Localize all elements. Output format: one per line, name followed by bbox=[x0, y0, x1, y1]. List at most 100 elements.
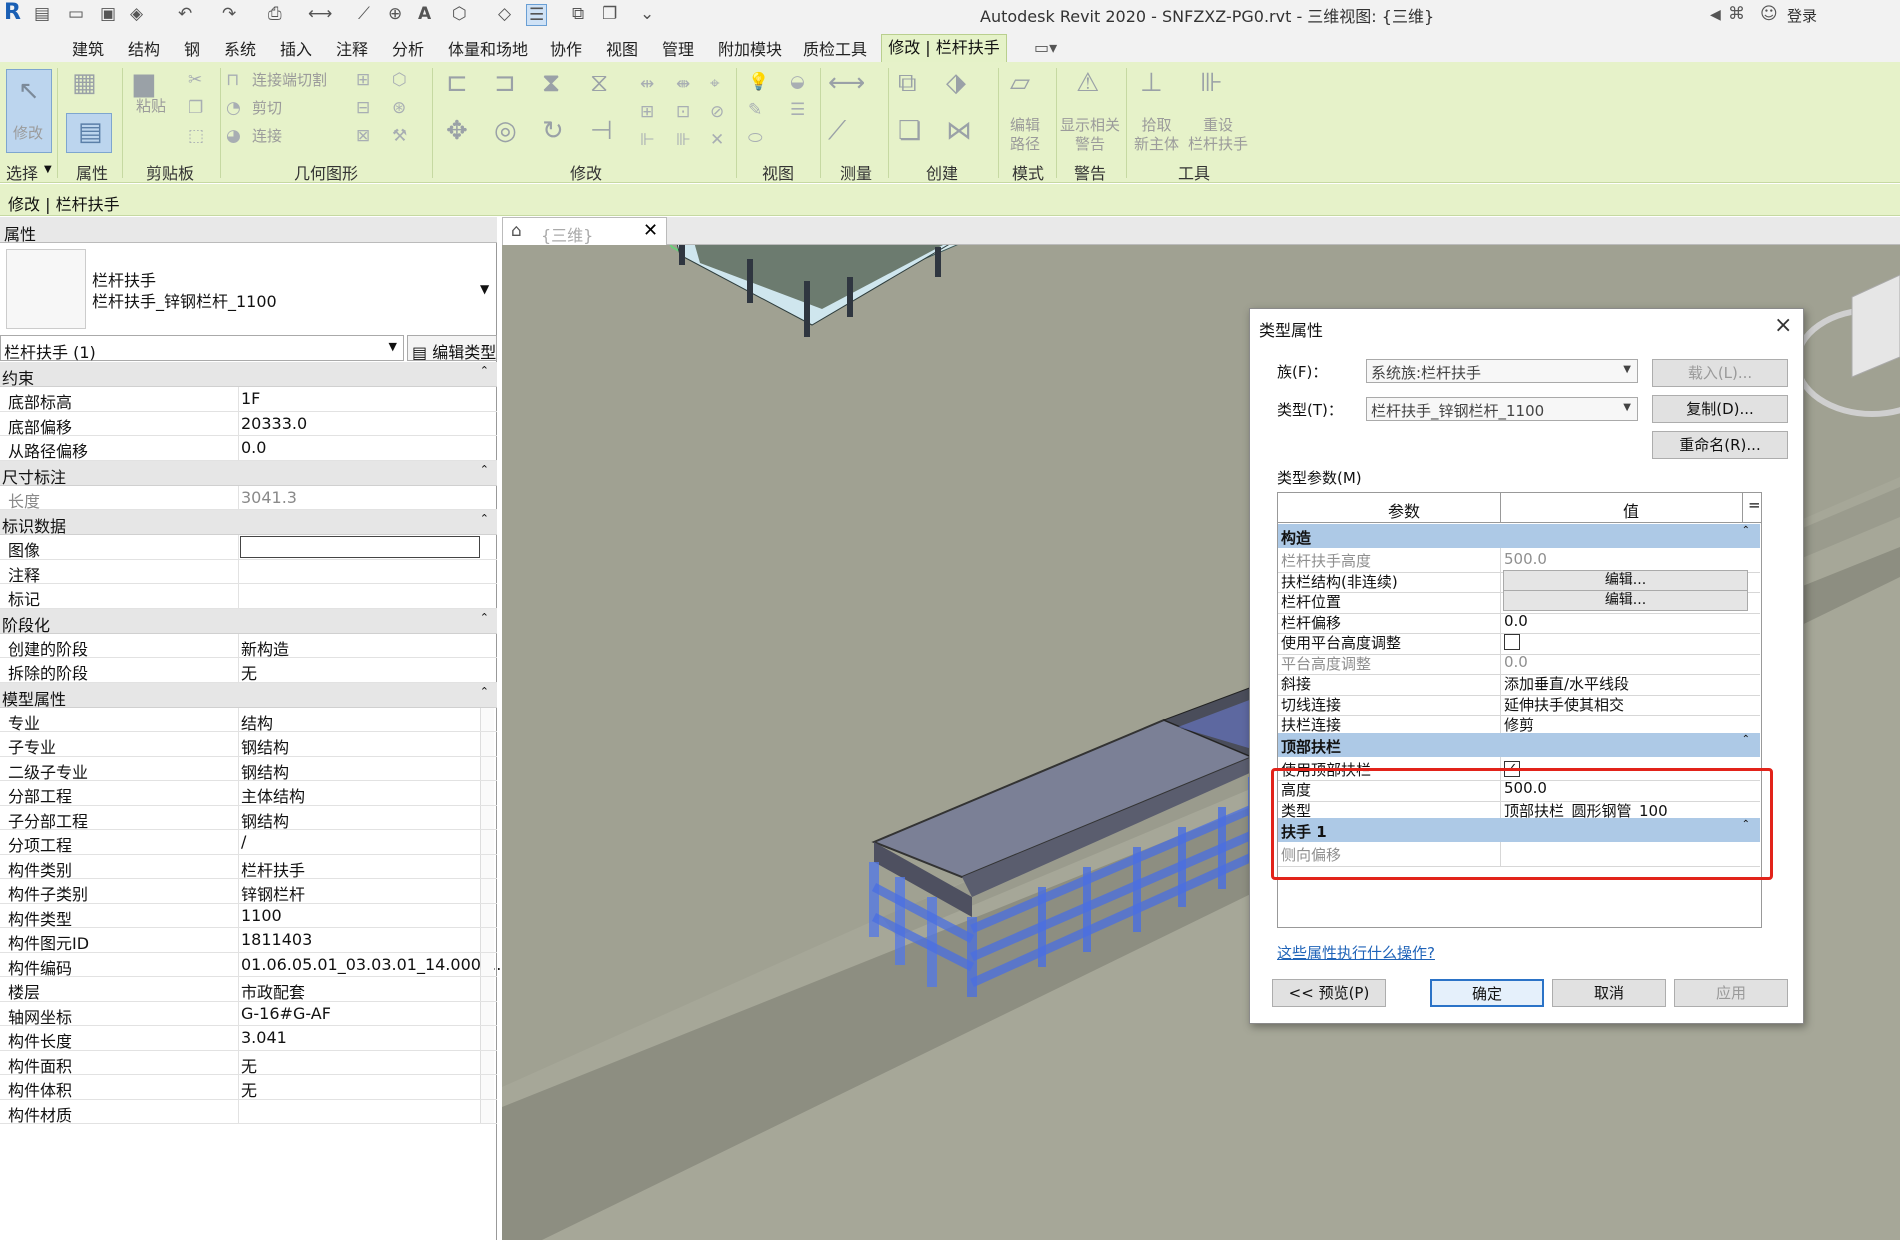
pick-host-label[interactable]: 拾取 新主体 bbox=[1134, 116, 1179, 154]
customize-qat-icon[interactable]: ⌄ bbox=[640, 4, 654, 24]
property-value[interactable]: 1F bbox=[241, 389, 260, 408]
demolish-icon[interactable]: ⊛ bbox=[392, 98, 406, 118]
offset-icon[interactable]: ⊐ bbox=[494, 68, 516, 98]
tab-analyze[interactable]: 分析 bbox=[392, 36, 424, 60]
trim-icon[interactable]: ⊣ bbox=[590, 116, 613, 146]
parameter-group-header[interactable]: 构造 ⌃ bbox=[1278, 524, 1760, 548]
property-value[interactable]: 钢结构 bbox=[241, 759, 289, 783]
select-filter-icon[interactable]: ⬭ bbox=[748, 128, 763, 148]
measure-icon[interactable]: ⟷ bbox=[308, 4, 332, 24]
row-button[interactable] bbox=[480, 781, 494, 805]
property-row[interactable]: 图像 bbox=[0, 535, 497, 560]
reset-railing-icon[interactable]: ⊪ bbox=[1200, 68, 1223, 98]
property-group-header[interactable]: 尺寸标注 ⌃ bbox=[0, 460, 497, 487]
switch-windows-icon[interactable]: ❐ bbox=[602, 4, 617, 24]
thin-lines-icon[interactable]: ☰ bbox=[526, 4, 548, 26]
move-icon[interactable]: ✥ bbox=[446, 116, 468, 146]
type-selector-dropdown-icon[interactable]: ▼ bbox=[480, 282, 489, 296]
tab-insert[interactable]: 插入 bbox=[280, 36, 312, 60]
reset-railing-label[interactable]: 重设 栏杆扶手 bbox=[1188, 116, 1248, 154]
user-icon[interactable]: ☺ bbox=[1760, 4, 1778, 24]
close-hidden-icon[interactable]: ⧉ bbox=[572, 4, 584, 24]
property-value[interactable]: 1100 bbox=[241, 906, 282, 925]
property-value[interactable]: G-16#G-AF bbox=[241, 1004, 331, 1023]
join-label[interactable]: 连接 bbox=[252, 127, 282, 146]
type-properties-icon[interactable]: ▦ bbox=[72, 68, 97, 98]
view-range-icon[interactable]: ☰ bbox=[790, 100, 805, 120]
tab-massing-site[interactable]: 体量和场地 bbox=[448, 36, 528, 60]
tab-systems[interactable]: 系统 bbox=[224, 36, 256, 60]
property-value[interactable]: 3.041 bbox=[241, 1028, 287, 1047]
save-icon[interactable]: ▣ bbox=[100, 4, 116, 24]
row-button[interactable] bbox=[480, 830, 494, 854]
row-button[interactable] bbox=[480, 952, 494, 976]
open-icon[interactable]: ▭ bbox=[68, 4, 84, 24]
row-button[interactable] bbox=[480, 707, 494, 731]
hide-icon[interactable]: 💡 bbox=[748, 72, 769, 92]
chevron-down-icon[interactable]: ▼ bbox=[44, 164, 52, 175]
mirror-pick-icon[interactable]: ⧗ bbox=[542, 68, 560, 99]
align-icon[interactable]: ⊏ bbox=[446, 68, 468, 98]
extend-icon[interactable]: ⊪ bbox=[676, 130, 691, 150]
edit-path-label[interactable]: 编辑 路径 bbox=[1010, 116, 1040, 154]
property-row[interactable]: 底部标高 1F bbox=[0, 387, 497, 412]
cut-geometry-icon[interactable]: ◔ bbox=[226, 98, 241, 118]
row-button[interactable] bbox=[480, 732, 494, 756]
warning-icon[interactable]: ⚠ bbox=[1076, 68, 1099, 98]
tab-steel[interactable]: 钢 bbox=[184, 36, 200, 60]
apply-button[interactable]: 应用 bbox=[1674, 979, 1788, 1007]
create-assembly-icon[interactable]: ⧉ bbox=[898, 68, 917, 99]
cancel-button[interactable]: 取消 bbox=[1552, 979, 1666, 1007]
property-row[interactable]: 构件面积 无 bbox=[0, 1050, 497, 1077]
pick-host-icon[interactable]: ⊥ bbox=[1140, 68, 1163, 98]
view-tab-3d[interactable]: ⌂ {三维} ✕ bbox=[502, 217, 667, 245]
override-icon[interactable]: ◒ bbox=[790, 72, 805, 92]
property-value[interactable]: 新构造 bbox=[241, 636, 289, 660]
undo-icon[interactable]: ↶ bbox=[178, 4, 192, 24]
property-value[interactable]: 锌钢栏杆 bbox=[241, 881, 305, 905]
property-row[interactable]: 标记 bbox=[0, 584, 497, 609]
rename-button[interactable]: 重命名(R)... bbox=[1652, 431, 1788, 459]
scale-icon[interactable]: ⊡ bbox=[676, 102, 690, 122]
home-icon[interactable]: ▤ bbox=[34, 4, 50, 24]
tab-architecture[interactable]: 建筑 bbox=[72, 36, 104, 60]
col-parameter[interactable]: 参数 bbox=[1388, 498, 1420, 522]
close-icon[interactable]: ✕ bbox=[643, 220, 658, 241]
tab-structure[interactable]: 结构 bbox=[128, 36, 160, 60]
property-row[interactable]: 轴网坐标 G-16#G-AF bbox=[0, 1001, 497, 1027]
collapse-icon[interactable]: ⌃ bbox=[480, 364, 489, 377]
binoculars-icon[interactable]: ⌘ bbox=[1728, 4, 1745, 24]
measure-between-icon[interactable]: ⟷ bbox=[828, 68, 865, 98]
property-value[interactable]: 市政配套 bbox=[241, 979, 305, 1003]
type-name[interactable]: 栏杆扶手_锌钢栏杆_1100 bbox=[92, 288, 277, 312]
copy-icon[interactable]: ❐ bbox=[188, 98, 203, 118]
property-value[interactable]: 无 bbox=[241, 660, 257, 684]
parameter-value[interactable]: 0.0 bbox=[1504, 612, 1528, 630]
row-button[interactable] bbox=[480, 1050, 494, 1074]
col-value[interactable]: 值 bbox=[1623, 498, 1639, 522]
property-row[interactable]: 专业 结构 bbox=[0, 707, 497, 734]
property-value[interactable]: / bbox=[241, 832, 246, 851]
login-button[interactable]: 登录 bbox=[1787, 5, 1817, 26]
match-type-icon[interactable]: ⬚ bbox=[188, 126, 204, 146]
copy-element-icon[interactable]: ◎ bbox=[494, 116, 517, 146]
help-link[interactable]: 这些属性执行什么操作? bbox=[1277, 942, 1435, 963]
aligned-dimension-icon[interactable]: ⟋ bbox=[828, 116, 846, 147]
property-value[interactable]: 结构 bbox=[241, 710, 273, 734]
paste-icon[interactable]: ▆ bbox=[134, 68, 154, 98]
property-value[interactable]: 主体结构 bbox=[241, 783, 305, 807]
property-value[interactable]: 钢结构 bbox=[241, 808, 289, 832]
mirror-draw-icon[interactable]: ⧖ bbox=[590, 68, 608, 99]
linework-icon[interactable]: ✎ bbox=[748, 100, 762, 120]
property-value[interactable]: 无 bbox=[241, 1053, 257, 1077]
split-icon[interactable]: ⇹ bbox=[640, 74, 654, 94]
cut-icon[interactable]: ✂ bbox=[188, 70, 202, 90]
parameter-group-header[interactable]: 顶部扶栏 ⌃ bbox=[1278, 732, 1760, 757]
property-value[interactable]: 20333.0 bbox=[241, 414, 307, 433]
trim-multiple-icon[interactable]: ⊩ bbox=[640, 130, 655, 150]
collapse-icon[interactable]: ⌃ bbox=[480, 463, 489, 476]
parameter-value[interactable]: 500.0 bbox=[1504, 550, 1547, 568]
property-row[interactable]: 构件子类别 锌钢栏杆 bbox=[0, 879, 497, 904]
edit-button[interactable]: 编辑... bbox=[1503, 569, 1748, 591]
panel-select[interactable]: 选择 bbox=[6, 160, 38, 184]
